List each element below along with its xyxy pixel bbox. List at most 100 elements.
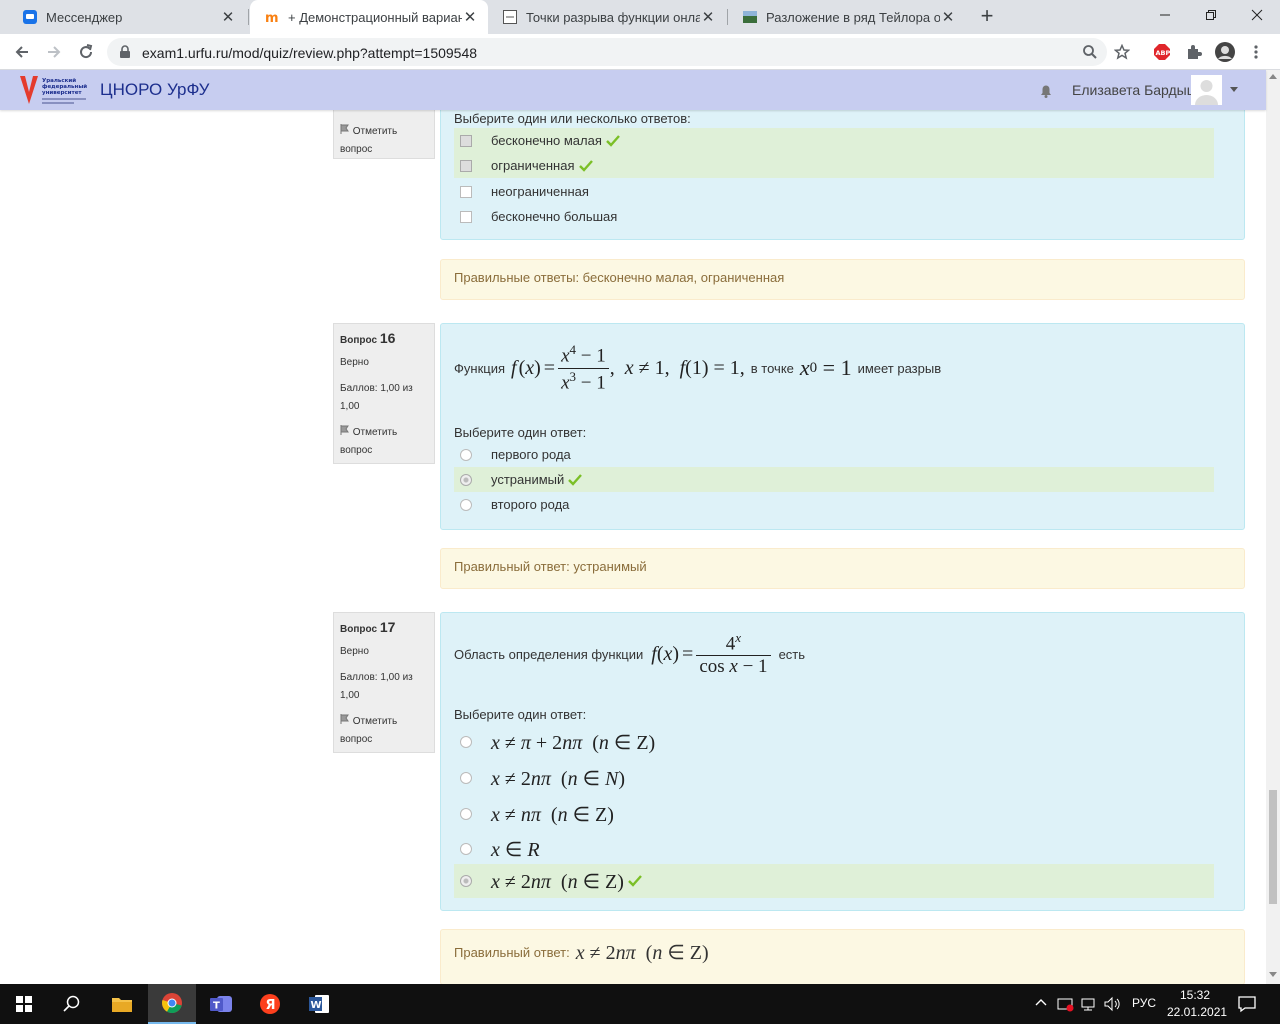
adblock-icon: ABP [1154, 44, 1170, 60]
radio-button[interactable] [460, 448, 472, 461]
forward-button[interactable] [42, 40, 66, 64]
clock-date[interactable]: 22.01.2021 [1167, 1005, 1227, 1019]
math-function-name: f [511, 356, 517, 379]
bookmark-star-icon[interactable] [1114, 44, 1130, 60]
chevron-up-icon[interactable] [1035, 998, 1047, 1006]
file-explorer-button[interactable] [98, 984, 146, 1024]
teams-button[interactable]: T [197, 984, 245, 1024]
profile-button[interactable] [1213, 40, 1237, 64]
math-answer: x ≠ 2nπ (n ∈ N) [491, 767, 626, 790]
restore-button[interactable] [1188, 0, 1234, 30]
svg-text:Я: Я [266, 998, 276, 1013]
reload-icon [80, 44, 93, 59]
question-state: Верно [340, 357, 369, 368]
page-scrollbar[interactable] [1266, 70, 1280, 984]
radio-button[interactable] [460, 473, 472, 486]
adblock-extension-button[interactable]: ABP [1150, 40, 1174, 64]
minimize-button[interactable] [1142, 0, 1188, 30]
new-tab-button[interactable]: + [976, 5, 998, 29]
answer-option[interactable]: бесконечно малая [454, 128, 1214, 153]
answer-option[interactable]: бесконечно большая [454, 204, 1214, 229]
flag-question-link[interactable]: Отметить вопрос [340, 123, 428, 159]
notifications-icon[interactable] [1038, 82, 1054, 98]
security-tray-icon[interactable] [1057, 996, 1075, 1012]
search-button[interactable] [48, 984, 96, 1024]
network-icon[interactable] [1081, 996, 1097, 1012]
correct-answer-text: Правильный ответ: x ≠ 2nπ (n ∈ Z) [454, 942, 709, 964]
answer-option[interactable]: x ∈ R [454, 834, 1214, 864]
input-language[interactable]: РУС [1132, 996, 1156, 1010]
answer-option[interactable]: устранимый [454, 467, 1214, 492]
chrome-taskbar-button[interactable] [148, 984, 196, 1024]
word-button[interactable]: W [295, 984, 343, 1024]
minimize-icon [1160, 14, 1170, 16]
windows-taskbar: T Я W РУС 15:32 22.01.2021 [0, 984, 1280, 1024]
checkbox[interactable] [460, 159, 472, 172]
answer-option[interactable]: x ≠ π + 2nπ (n ∈ Z) [454, 727, 1214, 757]
browser-toolbar: exam1.urfu.ru/mod/quiz/review.php?attemp… [0, 34, 1280, 70]
urfu-logo[interactable]: Уральский федеральный университет [18, 74, 92, 108]
correct-check-icon [606, 134, 620, 147]
question-formulation-15: Выберите один или несколько ответов: бес… [440, 110, 1245, 240]
answer-option[interactable]: неограниченная [454, 179, 1214, 204]
volume-icon[interactable] [1104, 996, 1122, 1012]
close-icon[interactable]: ✕ [700, 8, 716, 26]
radio-button[interactable] [460, 498, 472, 511]
radio-button[interactable] [460, 808, 472, 820]
moodle-icon: m [264, 9, 280, 25]
answer-option[interactable]: x ≠ 2nπ (n ∈ N) [454, 763, 1214, 793]
close-icon[interactable]: ✕ [940, 8, 956, 26]
radio-button[interactable] [460, 843, 472, 855]
scrollbar-thumb[interactable] [1269, 790, 1277, 904]
radio-button[interactable] [460, 736, 472, 748]
notification-center-icon[interactable] [1238, 995, 1256, 1013]
question-state: Верно [340, 646, 369, 657]
quiz-review-content: Отметить вопрос Выберите один или нескол… [0, 110, 1266, 984]
site-name[interactable]: ЦНОРО УрФУ [100, 80, 209, 100]
scroll-up-icon [1269, 74, 1277, 79]
answer-option[interactable]: x ≠ 2nπ (n ∈ Z) [454, 864, 1214, 898]
zoom-icon[interactable] [1082, 44, 1098, 60]
checkbox[interactable] [460, 134, 472, 147]
answer-option[interactable]: первого рода [454, 442, 1214, 467]
correct-check-icon [568, 473, 583, 486]
more-vertical-icon [1254, 45, 1258, 59]
flag-question-link[interactable]: Отметить вопрос [340, 424, 428, 460]
tab-discontinuity[interactable]: Точки разрыва функции онлайн ✕ [488, 0, 726, 34]
user-avatar-icon [1195, 80, 1218, 105]
close-icon[interactable]: ✕ [220, 8, 236, 26]
teams-icon: T [210, 996, 232, 1012]
address-bar[interactable]: exam1.urfu.ru/mod/quiz/review.php?attemp… [107, 38, 1130, 66]
tab-demo-variant[interactable]: m + Демонстрационный вариант ✕ [250, 0, 488, 34]
start-button[interactable] [0, 984, 48, 1024]
math-answer: x ≠ nπ (n ∈ Z) [491, 803, 614, 826]
answer-option[interactable]: второго рода [454, 492, 1214, 517]
chevron-down-icon[interactable] [1230, 87, 1238, 93]
radio-button[interactable] [460, 875, 472, 887]
flag-question-link[interactable]: Отметить вопрос [340, 713, 428, 749]
answer-option[interactable]: ограниченная [454, 153, 1214, 178]
clock-time[interactable]: 15:32 [1180, 988, 1210, 1002]
tab-taylor[interactable]: Разложение в ряд Тейлора онлайн ✕ [728, 0, 966, 34]
radio-button[interactable] [460, 772, 472, 784]
close-window-button[interactable] [1234, 0, 1280, 30]
tab-messenger[interactable]: Мессенджер ✕ [8, 0, 246, 34]
answer-prompt: Выберите один или несколько ответов: [454, 111, 691, 126]
checkbox[interactable] [460, 210, 472, 223]
tab-title: Точки разрыва функции онлайн [526, 9, 700, 25]
question-number: Вопрос 16 [340, 330, 396, 346]
chrome-icon [162, 993, 182, 1014]
extensions-button[interactable] [1182, 40, 1206, 64]
answer-option[interactable]: x ≠ nπ (n ∈ Z) [454, 799, 1214, 829]
yandex-browser-button[interactable]: Я [246, 984, 294, 1024]
reload-button[interactable] [74, 40, 98, 64]
svg-text:Уральский: Уральский [42, 77, 76, 84]
flag-icon [340, 714, 349, 724]
scroll-down-icon [1269, 972, 1277, 977]
user-avatar[interactable] [1191, 75, 1222, 105]
back-button[interactable] [10, 40, 34, 64]
close-icon[interactable]: ✕ [462, 8, 478, 26]
browser-menu-button[interactable] [1244, 40, 1268, 64]
checkbox[interactable] [460, 185, 472, 198]
user-name[interactable]: Елизавета Бардыш [1072, 82, 1198, 98]
